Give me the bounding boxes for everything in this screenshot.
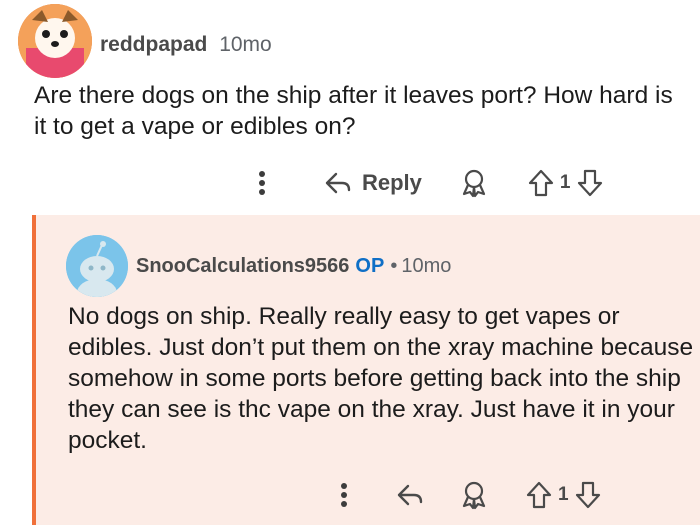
timestamp: 10mo	[401, 255, 452, 277]
downvote-button[interactable]	[575, 481, 601, 509]
downvote-icon	[575, 481, 600, 509]
vote-count: 1	[558, 484, 569, 505]
reply-icon	[397, 484, 423, 506]
separator: •	[390, 255, 398, 277]
avatar[interactable]	[66, 235, 128, 297]
reply-comment: SnooCalculations9566 OP • 10mo No dogs on s…	[32, 215, 700, 525]
reply-button[interactable]: Reply	[324, 170, 422, 196]
reply-label: Reply	[362, 170, 422, 195]
more-options-icon	[341, 483, 347, 507]
comment-meta: reddpapad 10mo	[100, 33, 272, 57]
comment-actions: Reply 1	[250, 168, 603, 198]
upvote-button[interactable]	[526, 481, 552, 509]
upvote-icon	[528, 169, 554, 197]
reply-icon	[325, 172, 351, 194]
comment-actions: 1	[332, 480, 601, 510]
award-button[interactable]	[460, 168, 488, 198]
timestamp: 10mo	[219, 33, 272, 56]
comment-body: No dogs on ship. Really really easy to g…	[68, 303, 694, 454]
username[interactable]: reddpapad	[100, 33, 207, 56]
comment-meta: SnooCalculations9566 OP • 10mo	[136, 255, 451, 278]
downvote-icon	[577, 169, 602, 197]
username[interactable]: SnooCalculations9566	[136, 255, 349, 277]
upvote-icon	[526, 481, 552, 509]
award-icon	[462, 169, 486, 198]
downvote-button[interactable]	[577, 169, 603, 197]
more-options-button[interactable]	[250, 170, 274, 196]
reply-button[interactable]	[396, 483, 424, 507]
award-button[interactable]	[460, 480, 488, 510]
avatar[interactable]	[18, 4, 92, 78]
more-options-icon	[259, 171, 265, 195]
upvote-button[interactable]	[528, 169, 554, 197]
op-badge: OP	[355, 255, 385, 277]
comment-body: Are there dogs on the ship after it leav…	[34, 82, 673, 140]
parent-comment: reddpapad 10mo Are there dogs on the shi…	[0, 0, 700, 215]
more-options-button[interactable]	[332, 482, 356, 508]
vote-count: 1	[559, 172, 571, 193]
award-icon	[462, 481, 486, 510]
